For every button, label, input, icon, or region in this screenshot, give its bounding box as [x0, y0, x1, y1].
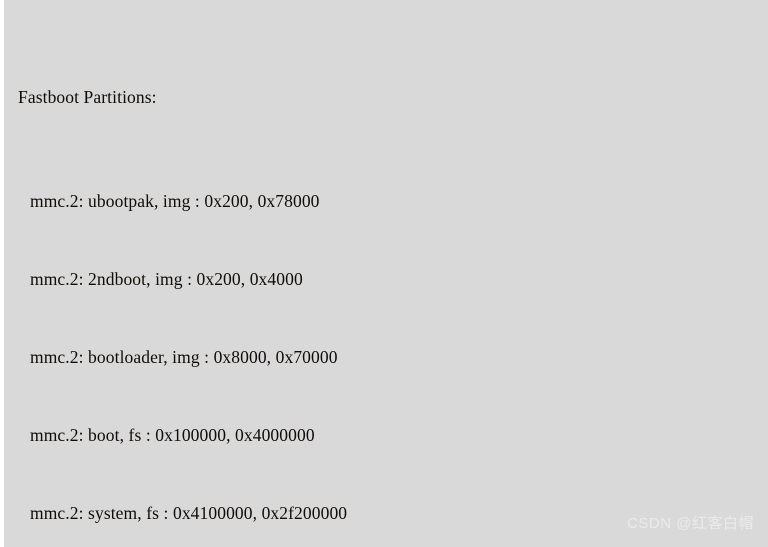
- csdn-watermark: CSDN @红客白帽: [627, 515, 754, 532]
- partition-line-bootloader: mmc.2: bootloader, img : 0x8000, 0x70000: [30, 347, 338, 367]
- partition-line-boot: mmc.2: boot, fs : 0x100000, 0x4000000: [30, 425, 315, 445]
- partition-line-ubootpak: mmc.2: ubootpak, img : 0x200, 0x78000: [30, 191, 320, 211]
- log-line-header: Fastboot Partitions:: [18, 87, 157, 107]
- fastboot-log-output: Fastboot Partitions: mmc.2: ubootpak, im…: [18, 6, 768, 547]
- console-log-screen: Fastboot Partitions: mmc.2: ubootpak, im…: [0, 0, 768, 547]
- partition-line-2ndboot: mmc.2: 2ndboot, img : 0x200, 0x4000: [30, 269, 303, 289]
